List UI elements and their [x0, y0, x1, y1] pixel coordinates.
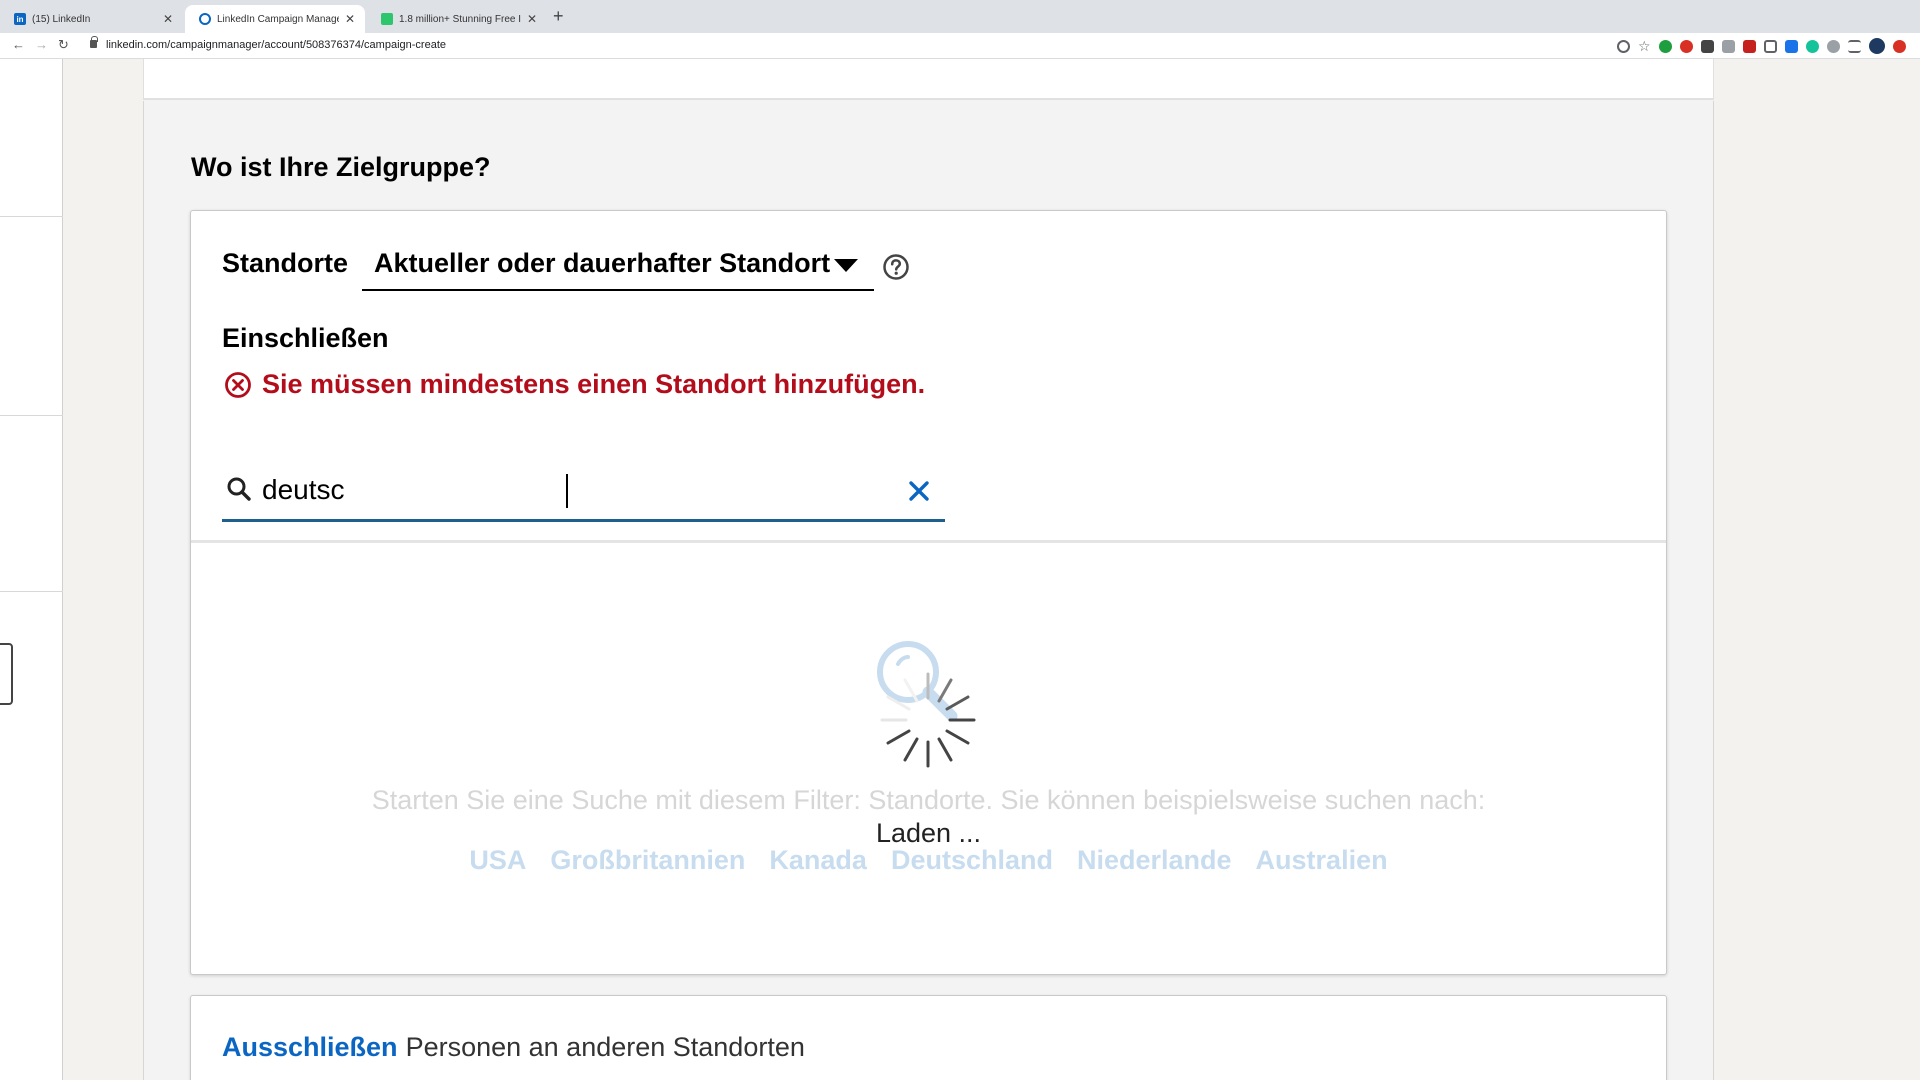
extension-iq-icon[interactable]: [1785, 39, 1798, 53]
extension-seo-icon[interactable]: [1743, 39, 1756, 53]
tab-title: 1.8 million+ Stunning Free Images: [399, 13, 521, 25]
star-icon[interactable]: ☆: [1638, 39, 1651, 53]
close-icon[interactable]: ✕: [527, 12, 537, 26]
browser-tab-bar: in (15) LinkedIn ✕ LinkedIn Campaign Man…: [0, 0, 1920, 33]
suggestion-australia[interactable]: Australien: [1256, 845, 1388, 876]
collapsed-panel-handle[interactable]: [0, 643, 13, 705]
extension-green-icon[interactable]: [1659, 39, 1672, 53]
extension-grey-icon[interactable]: [1722, 39, 1735, 53]
close-icon[interactable]: ✕: [345, 12, 355, 26]
caret-down-icon: [834, 259, 858, 272]
location-type-value: Aktueller oder dauerhafter Standort: [374, 248, 831, 278]
page-title: Wo ist Ihre Zielgruppe?: [191, 152, 491, 182]
location-search: [222, 466, 945, 522]
exclude-description: Personen an anderen Standorten: [405, 1032, 805, 1062]
extension-icons: ☆: [1617, 38, 1906, 54]
close-icon[interactable]: ✕: [163, 12, 173, 26]
tab-free-images[interactable]: 1.8 million+ Stunning Free Images ✕: [367, 5, 547, 33]
browser-toolbar: ← → ↻ linkedin.com/campaignmanager/accou…: [0, 33, 1920, 59]
extension-box-icon[interactable]: [1764, 39, 1777, 53]
extension-alert-icon[interactable]: [1893, 39, 1906, 53]
forward-icon[interactable]: →: [35, 37, 48, 52]
zoom-icon[interactable]: [1617, 39, 1630, 53]
exclude-row: Ausschließen Personen an anderen Standort…: [222, 1032, 805, 1063]
extension-off-icon[interactable]: [1827, 39, 1840, 53]
help-icon[interactable]: [882, 253, 910, 281]
profile-avatar-icon[interactable]: [1869, 38, 1885, 54]
extension-dark-icon[interactable]: [1701, 39, 1714, 53]
text-cursor: [566, 474, 568, 508]
tab-campaign-manager[interactable]: LinkedIn Campaign Manager ✕: [185, 5, 365, 33]
search-icon: [227, 477, 251, 501]
extension-grammarly-icon[interactable]: [1806, 39, 1819, 53]
suggestion-usa[interactable]: USA: [469, 845, 526, 876]
extension-red-icon[interactable]: [1680, 39, 1693, 53]
include-label: Einschließen: [222, 323, 389, 353]
new-tab-icon[interactable]: +: [553, 6, 564, 27]
search-hint: Starten Sie eine Suche mit diesem Filter…: [371, 785, 1486, 815]
divider: [191, 540, 1666, 543]
suggestion-great-britain[interactable]: Großbritannien: [550, 845, 745, 876]
tab-title: LinkedIn Campaign Manager: [217, 13, 339, 25]
address-bar[interactable]: linkedin.com/campaignmanager/account/508…: [106, 39, 446, 51]
linkedin-icon: in: [14, 13, 26, 25]
search-input[interactable]: [262, 470, 862, 510]
reload-icon[interactable]: ↻: [58, 37, 69, 53]
loading-spinner-icon: [880, 672, 976, 768]
reading-list-icon[interactable]: [1848, 39, 1861, 53]
location-suggestions: USA Großbritannien Kanada Deutschland Ni…: [190, 845, 1667, 876]
previous-section-card: [143, 59, 1714, 100]
suggestion-germany[interactable]: Deutschland: [891, 845, 1053, 876]
location-type-dropdown[interactable]: Aktueller oder dauerhafter Standort: [362, 242, 874, 291]
back-icon[interactable]: ←: [12, 37, 25, 52]
clear-icon[interactable]: [906, 478, 932, 504]
locations-label: Standorte: [222, 248, 349, 278]
lock-icon: [90, 36, 98, 48]
error-message: Sie müssen mindestens einen Standort hin…: [262, 369, 926, 399]
suggestion-netherlands[interactable]: Niederlande: [1077, 845, 1232, 876]
left-panel-overlay: [0, 59, 63, 1080]
exclude-link[interactable]: Ausschließen: [222, 1032, 398, 1062]
tab-linkedin[interactable]: in (15) LinkedIn ✕: [0, 5, 183, 33]
suggestion-canada[interactable]: Kanada: [769, 845, 867, 876]
error-icon: [225, 372, 251, 398]
campaign-manager-icon: [199, 13, 211, 25]
pixabay-icon: [381, 13, 393, 25]
tab-title: (15) LinkedIn: [32, 13, 91, 25]
